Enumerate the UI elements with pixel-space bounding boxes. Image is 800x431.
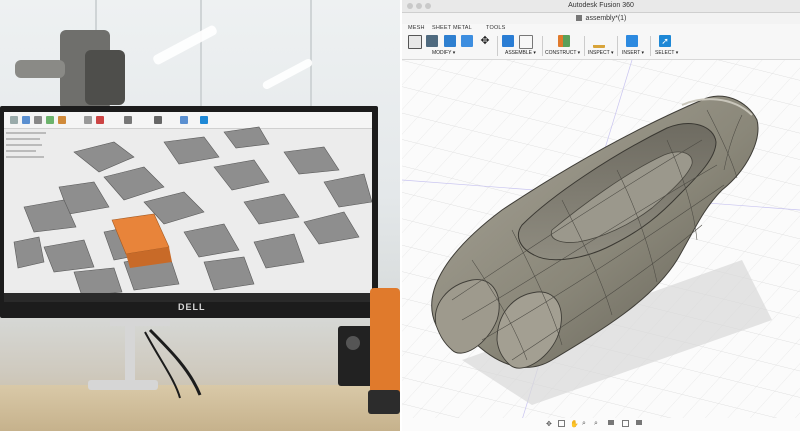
new-component-icon[interactable] [502, 35, 514, 47]
offset-plane-icon[interactable] [558, 35, 570, 47]
pan-hand-icon[interactable]: ✋ [570, 420, 579, 428]
document-tab-label: assembly*(1) [585, 15, 627, 22]
ribbon-divider [497, 36, 498, 56]
viewports-icon[interactable] [636, 420, 642, 425]
office-photo: DELL [0, 0, 400, 431]
joint-icon[interactable] [519, 35, 533, 49]
speaker-cone [346, 336, 360, 350]
close-window-button[interactable] [407, 3, 413, 9]
navigation-bar: ✥ ✋ ⌕ ⌕ [402, 418, 800, 431]
window-title: Autodesk Fusion 360 [568, 2, 634, 9]
modify-menu[interactable]: MODIFY ▾ [432, 50, 455, 56]
assemble-menu[interactable]: ASSEMBLE ▾ [505, 50, 536, 56]
document-cube-icon [575, 15, 582, 22]
document-tab[interactable]: assembly*(1) [402, 13, 800, 24]
ribbon-divider [584, 36, 585, 56]
zoom-window-button[interactable] [425, 3, 431, 9]
select-cursor-icon[interactable]: ➚ [659, 35, 671, 47]
press-pull-icon[interactable] [408, 35, 422, 49]
toolbar-ribbon: ✥ MODIFY ▾ ASSEMBLE ▾ CONSTRUCT ▾ INSPEC… [402, 33, 800, 60]
combine-icon[interactable] [461, 35, 473, 47]
measure-icon[interactable] [593, 39, 605, 48]
robot-base [368, 390, 400, 414]
ribbon-divider [650, 36, 651, 56]
viewport-svg [402, 59, 800, 421]
construct-menu[interactable]: CONSTRUCT ▾ [545, 50, 580, 56]
select-menu[interactable]: SELECT ▾ [655, 50, 678, 56]
insert-image-icon[interactable] [626, 35, 638, 47]
grid-settings-icon[interactable] [622, 420, 629, 427]
insert-menu[interactable]: INSERT ▾ [622, 50, 644, 56]
shell-icon[interactable] [444, 35, 456, 47]
minimize-window-button[interactable] [416, 3, 422, 9]
look-at-icon[interactable] [558, 420, 565, 427]
fillet-icon[interactable] [426, 35, 438, 47]
ribbon-divider [617, 36, 618, 56]
fusion360-window: Autodesk Fusion 360 assembly*(1) MESH SH… [402, 0, 800, 431]
ribbon-divider [542, 36, 543, 56]
display-settings-icon[interactable] [608, 420, 614, 425]
tab-tools[interactable]: TOOLS [486, 25, 506, 31]
viewport-canvas[interactable] [402, 59, 800, 421]
tab-mesh[interactable]: MESH [408, 25, 425, 31]
zoom-icon[interactable]: ⌕ [582, 420, 589, 427]
inspect-menu[interactable]: INSPECT ▾ [588, 50, 613, 56]
title-bar: Autodesk Fusion 360 [402, 0, 800, 13]
move-icon[interactable]: ✥ [479, 35, 491, 47]
tab-sheet-metal[interactable]: SHEET METAL [432, 25, 472, 31]
fit-icon[interactable]: ⌕ [594, 420, 601, 427]
workspace-tabs: MESH SHEET METAL TOOLS [402, 24, 800, 33]
orbit-icon[interactable]: ✥ [546, 420, 553, 428]
